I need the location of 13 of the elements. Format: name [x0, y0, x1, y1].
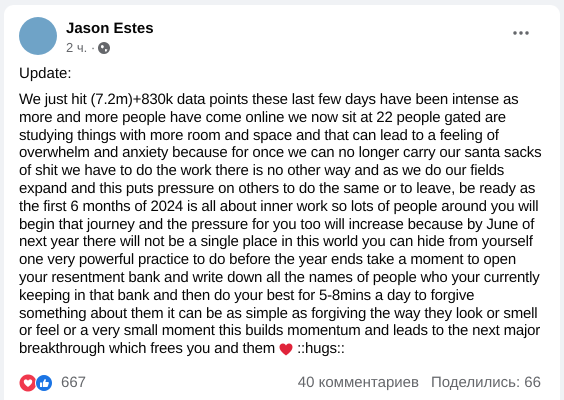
post-text-last-line: breakthrough which frees you and them: [19, 340, 276, 358]
avatar[interactable]: [19, 17, 57, 55]
comment-count[interactable]: 40 комментариев: [298, 372, 419, 394]
more-options-icon[interactable]: [513, 31, 529, 35]
post-text-end: ::hugs::: [297, 340, 345, 358]
author-name[interactable]: Jason Estes: [66, 20, 154, 38]
reaction-icons[interactable]: [19, 374, 55, 392]
globe-icon: [98, 42, 110, 54]
heart-icon: [279, 342, 294, 356]
share-count[interactable]: Поделились: 66: [431, 372, 541, 394]
post-time[interactable]: 2 ч. ·: [66, 40, 96, 56]
reaction-count[interactable]: 667: [61, 372, 86, 394]
post-heading: Update:: [19, 65, 73, 83]
